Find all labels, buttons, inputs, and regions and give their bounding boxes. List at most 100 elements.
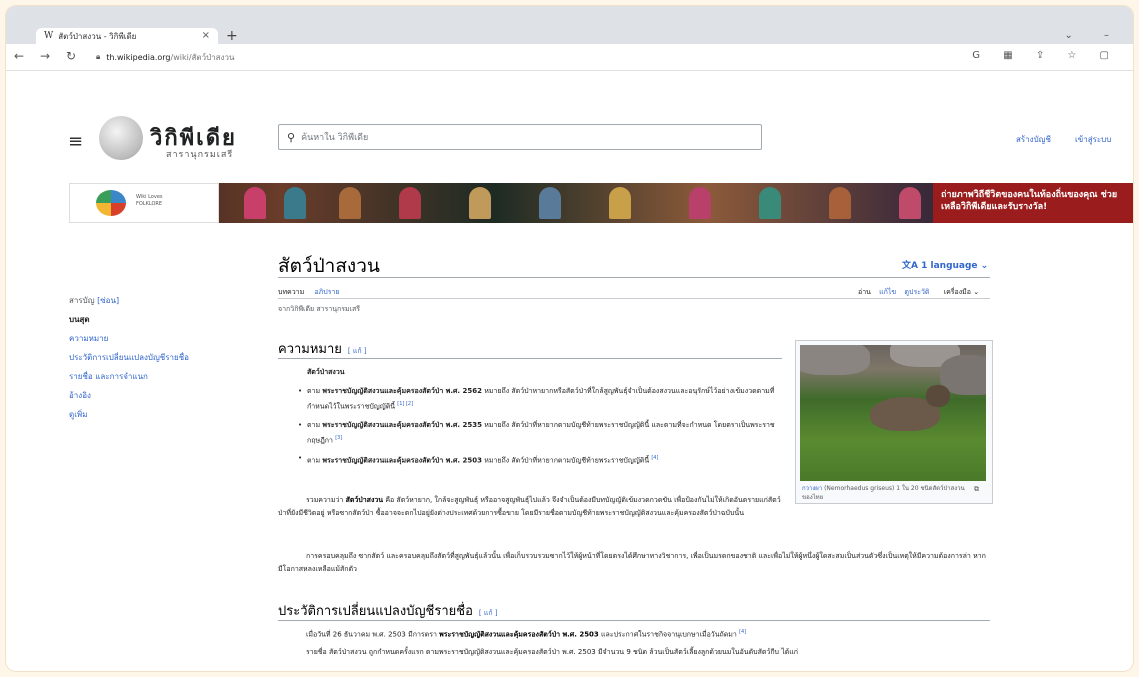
tools-label: เครื่องมือ (943, 288, 971, 296)
paragraph-text: และประกาศในราชกิจจานุเบกษาเมื่อวันถัดมา (598, 630, 737, 639)
caption-link[interactable]: กวางผา (802, 485, 822, 492)
caption-text: (Nemorhaedus griseus) 1 ใน 20 ชนิดสัตว์ป… (802, 485, 965, 501)
bullet-text: หมายถึง สัตว์ป่าที่หายากตามบัญชีท้ายพระร… (482, 456, 650, 465)
paragraph: การครอบคลุมถึง ซากสัตว์ และครอบคลุมถึงสั… (278, 552, 986, 573)
reference-link[interactable]: [4] (739, 629, 746, 635)
law-link[interactable]: พระราชบัญญัติสงวนและคุ้มครองสัตว์ป่า พ.ศ… (322, 421, 482, 429)
tab-strip: W สัตว์ป่าสงวน - วิกิพีเดีย × + ⌄ – (6, 6, 1133, 44)
toc-item[interactable]: ความหมาย (69, 329, 189, 348)
browser-window: W สัตว์ป่าสงวน - วิกิพีเดีย × + ⌄ – ← → … (6, 6, 1133, 671)
law-link[interactable]: พระราชบัญญัติสงวนและคุ้มครองสัตว์ป่า พ.ศ… (322, 456, 482, 464)
tab-read[interactable]: อ่าน (858, 288, 871, 296)
section-heading-history: ประวัติการเปลี่ยนแปลงบัญชีรายชื่อ [ แก้ ] (278, 600, 498, 621)
section-title: ความหมาย (278, 342, 342, 357)
language-label: 1 language (921, 261, 978, 271)
login-link[interactable]: เข้าสู่ระบบ (1075, 133, 1111, 146)
banner-photo (339, 187, 361, 219)
browser-tab[interactable]: W สัตว์ป่าสงวน - วิกิพีเดีย × (36, 28, 218, 44)
site-tagline: สารานุกรมเสรี (166, 150, 234, 160)
banner-call-to-action[interactable]: ถ่ายภาพวิถีชีวิตของคนในท้องถิ่นของคุณ ช่… (933, 183, 1133, 223)
table-of-contents: สารบัญ [ซ่อน] บนสุด ความหมาย ประวัติการเ… (69, 291, 189, 424)
infobox-thumbnail: กวางผา (Nemorhaedus griseus) 1 ใน 20 ชนิ… (795, 340, 993, 504)
create-account-link[interactable]: สร้างบัญชี (1016, 133, 1051, 146)
banner-photo (759, 187, 781, 219)
bullet-prefix: ตาม (307, 421, 323, 429)
goral-photo[interactable] (800, 345, 986, 481)
paragraph: รายชื่อ สัตว์ป่าสงวน ถูกกำหนดครั้งแรก ตา… (306, 648, 799, 656)
banner-photo (469, 187, 491, 219)
paragraph-text: เมื่อวันที่ 26 ธันวาคม พ.ศ. 2503 มีการตร… (306, 630, 440, 639)
banner-photo (899, 187, 921, 219)
definition-bullet: ตาม พระราชบัญญัติสงวนและคุ้มครองสัตว์ป่า… (298, 419, 777, 447)
enlarge-icon[interactable]: ⧉ (974, 485, 979, 494)
wiki-loves-folklore-logo: Wiki Loves FOLKLORE (69, 183, 219, 223)
paragraph: เมื่อวันที่ 26 ธันวาคม พ.ศ. 2503 มีการตร… (278, 626, 990, 641)
bullet-prefix: ตาม (307, 387, 323, 395)
tab-tools[interactable]: เครื่องมือ ⌄ (938, 288, 979, 296)
toc-item[interactable]: อ้างอิง (69, 386, 189, 405)
translate-icon: 文A (902, 261, 922, 271)
wikipedia-globe-logo[interactable] (99, 116, 143, 160)
title-divider (278, 277, 990, 278)
main-menu-icon[interactable]: ≡ (68, 131, 83, 152)
bullet-prefix: ตาม (307, 456, 323, 465)
reference-link[interactable]: [4] (651, 455, 658, 461)
wikipedia-favicon-icon: W (44, 31, 54, 41)
banner-photo (829, 187, 851, 219)
reference-link[interactable]: [3] (335, 435, 342, 441)
banner-photo (284, 187, 306, 219)
section-edit-link[interactable]: [ แก้ ] (348, 347, 367, 355)
rock (800, 345, 870, 375)
toc-item-top[interactable]: บนสุด (69, 310, 189, 329)
banner-logo-line2: FOLKLORE (136, 201, 163, 207)
tab-history[interactable]: ดูประวัติ (904, 288, 929, 296)
tab-article[interactable]: บทความ (278, 288, 304, 296)
toc-item[interactable]: ดูเพิ่ม (69, 405, 189, 424)
banner-logo-line1: Wiki Loves (136, 194, 163, 200)
banner-photo (689, 187, 711, 219)
lock-icon: 🔒︎ (96, 52, 101, 61)
new-tab-icon[interactable]: + (226, 28, 238, 44)
forward-icon[interactable]: → (40, 49, 50, 63)
url-host: th.wikipedia.org (106, 52, 171, 62)
url-path: /wiki/สัตว์ป่าสงวน (170, 52, 235, 62)
paragraph-text: รวมความว่า (306, 496, 346, 504)
search-icon: ⚲ (287, 130, 296, 144)
browser-toolbar-icons[interactable]: G ▦ ⇪ ☆ ▢ (972, 50, 1119, 61)
tab-talk[interactable]: อภิปราย (314, 288, 339, 296)
section-edit-link[interactable]: [ แก้ ] (479, 609, 498, 617)
close-tab-icon[interactable]: × (202, 30, 210, 41)
url-field[interactable]: 🔒︎ th.wikipedia.org /wiki/สัตว์ป่าสงวน (96, 48, 976, 66)
back-icon[interactable]: ← (14, 49, 24, 63)
search-input[interactable]: ⚲ ค้นหาใน วิกิพีเดีย (278, 124, 762, 150)
banner-photo (399, 187, 421, 219)
search-placeholder: ค้นหาใน วิกิพีเดีย (301, 133, 369, 143)
banner-photo (244, 187, 266, 219)
window-controls[interactable]: ⌄ – (1064, 30, 1123, 41)
site-sub-tagline: จากวิกิพีเดีย สารานุกรมเสรี (278, 305, 361, 313)
campaign-banner[interactable]: Wiki Loves FOLKLORE ถ่ายภาพวิถีชีวิตของคน… (69, 183, 1133, 223)
section-divider (278, 358, 782, 359)
tabs-divider (278, 298, 990, 299)
section-divider (278, 620, 990, 621)
law-link[interactable]: พระราชบัญญัติสงวนและคุ้มครองสัตว์ป่า พ.ศ… (322, 387, 482, 395)
toc-item[interactable]: ประวัติการเปลี่ยนแปลงบัญชีรายชื่อ (69, 348, 189, 367)
section-heading-meaning: ความหมาย [ แก้ ] (278, 338, 367, 359)
section-title: ประวัติการเปลี่ยนแปลงบัญชีรายชื่อ (278, 604, 473, 619)
definition-bullet: ตาม พระราชบัญญัติสงวนและคุ้มครองสัตว์ป่า… (298, 385, 777, 413)
language-button[interactable]: 文A 1 language ⌄ (902, 258, 988, 271)
address-bar-row: ← → ↻ 🔒︎ th.wikipedia.org /wiki/สัตว์ป่า… (6, 44, 1133, 71)
namespace-tabs: บทความ อภิปราย (278, 287, 348, 298)
definition-bullet: ตาม พระราชบัญญัติสงวนและคุ้มครองสัตว์ป่า… (298, 452, 777, 467)
view-tabs: อ่าน แก้ไข ดูประวัติ เครื่องมือ ⌄ (852, 287, 979, 298)
reload-icon[interactable]: ↻ (66, 49, 76, 63)
bold-term: สัตว์ป่าสงวน (345, 496, 384, 504)
law-link[interactable]: พระราชบัญญัติสงวนและคุ้มครองสัตว์ป่า พ.ศ… (439, 630, 599, 638)
reference-link[interactable]: [1] [2] (397, 401, 413, 407)
toc-hide-link[interactable]: [ซ่อน] (97, 296, 119, 305)
tab-title: สัตว์ป่าสงวน - วิกิพีเดีย (58, 31, 137, 41)
banner-photo (609, 187, 631, 219)
tab-edit[interactable]: แก้ไข (879, 288, 896, 296)
toc-item[interactable]: รายชื่อ และการจำแนก (69, 367, 189, 386)
toc-title: สารบัญ (69, 296, 95, 305)
